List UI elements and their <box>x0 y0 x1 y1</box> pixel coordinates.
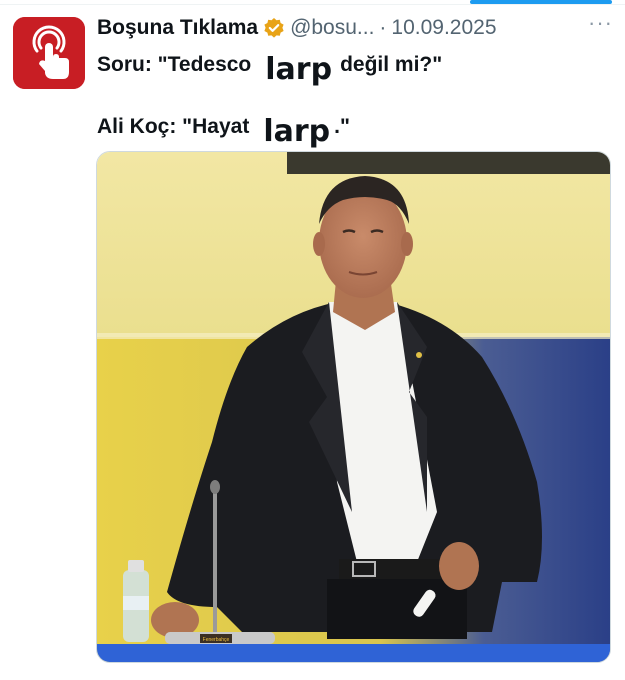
tap-hand-icon <box>13 17 85 89</box>
avatar[interactable] <box>13 17 85 89</box>
more-options-icon[interactable]: ··· <box>588 10 613 36</box>
stand-plate-text: Fenerbahçe <box>203 637 230 643</box>
tweet-text-line-1: Soru: "Tedesco larp değil mi?" <box>97 44 443 87</box>
author-handle[interactable]: @bosu... <box>290 16 374 40</box>
header-separator: · <box>379 16 387 39</box>
tweet-date[interactable]: 10.09.2025 <box>391 16 496 40</box>
text-segment: Ali Koç: "Hayat <box>97 115 250 138</box>
larp-sticker: larp <box>265 52 333 87</box>
larp-sticker: larp <box>263 114 331 149</box>
text-segment: değil mi?" <box>340 53 443 76</box>
author-name[interactable]: Boşuna Tıklama <box>97 16 258 40</box>
text-segment: ." <box>334 115 350 138</box>
tweet-media-photo[interactable]: Fenerbahçe <box>96 151 611 663</box>
top-divider <box>0 4 625 5</box>
text-segment: Soru: "Tedesco <box>97 53 252 76</box>
tweet-text-line-2: Ali Koç: "Hayat larp ." <box>97 106 350 149</box>
photo-man-in-suit: Fenerbahçe <box>97 152 610 662</box>
verified-badge-icon <box>263 17 285 39</box>
tweet-header: Boşuna Tıklama @bosu... · 10.09.2025 ··· <box>97 10 617 42</box>
